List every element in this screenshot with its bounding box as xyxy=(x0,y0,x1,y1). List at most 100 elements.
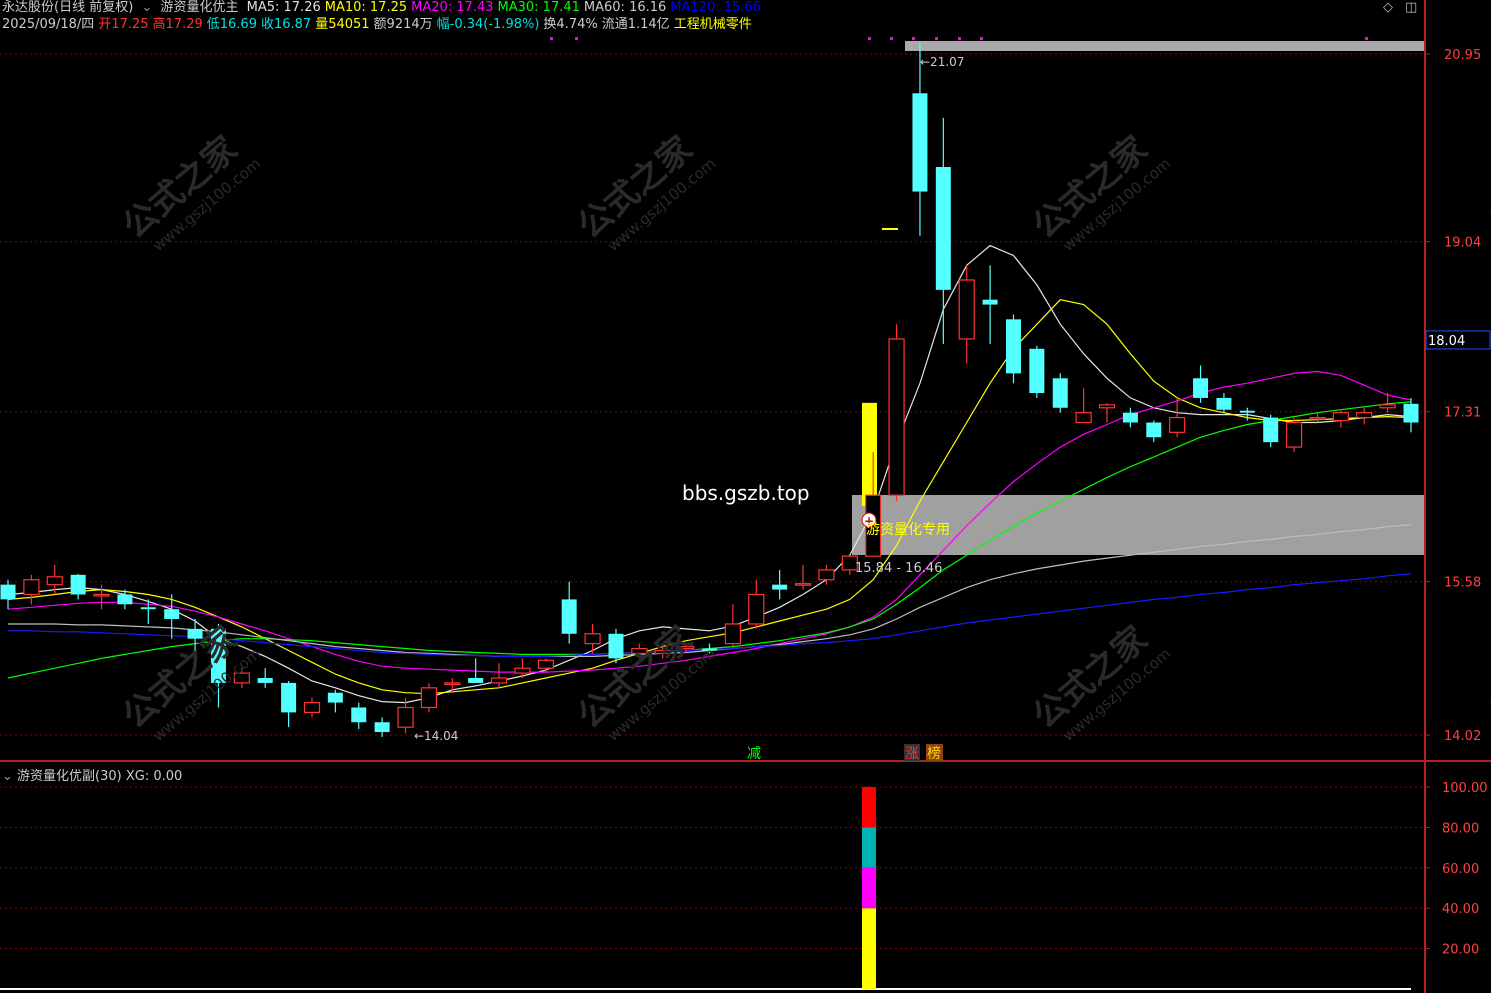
sub-panel-header: ⌄ 游资量化优副(30) XG: 0.00 xyxy=(2,765,182,784)
signal-jian: 减 xyxy=(747,746,761,762)
candle-body xyxy=(397,706,414,728)
site-label: bbs.gszb.top xyxy=(682,481,810,505)
top-zone-bar xyxy=(905,41,1424,51)
window-icon[interactable]: ◫ xyxy=(1405,0,1417,15)
quote-field-5: 量54051 xyxy=(315,17,370,32)
candle-body xyxy=(1029,348,1045,394)
candle-body xyxy=(1379,404,1396,409)
signal-bang: 榜 xyxy=(927,745,941,762)
marker-dot xyxy=(958,37,961,40)
quote-field-2: 高17.29 xyxy=(152,17,203,32)
quote-field-0: 2025/09/18/四 xyxy=(2,17,95,32)
candle-body xyxy=(117,594,133,605)
signal-zhang: 涨 xyxy=(905,746,919,762)
quote-field-7: 幅-0.34(-1.98%) xyxy=(436,17,540,32)
candle-body xyxy=(748,593,765,625)
marker-dot xyxy=(550,37,553,40)
y-tick-label: 17.31 xyxy=(1444,406,1481,421)
candle-body xyxy=(1005,319,1021,374)
candle-body xyxy=(374,722,390,733)
sub-y-tick-label: 80.00 xyxy=(1442,821,1479,836)
candle-body xyxy=(351,707,367,723)
candle-body xyxy=(93,593,110,597)
marker-dot xyxy=(890,37,893,40)
candle-body xyxy=(70,574,86,595)
candle-body xyxy=(1285,421,1303,448)
stacked-bar-segment xyxy=(862,908,876,989)
candle-body xyxy=(1309,416,1326,420)
sub-y-tick-label: 100.00 xyxy=(1442,781,1488,796)
candle-body xyxy=(561,599,577,634)
quote-field-8: 换4.74% xyxy=(543,17,598,32)
candle-body xyxy=(420,687,437,709)
candle-body xyxy=(46,576,63,586)
header-row-1: 永达股份(日线 前复权) ⌄ 游资量化优主 MA5: 17.26 MA10: 17… xyxy=(2,0,769,16)
candle-body xyxy=(982,299,998,305)
zone-label: 游资量化专用 xyxy=(866,522,950,538)
y-tick-label: 20.95 xyxy=(1444,48,1481,63)
candle-body xyxy=(1122,412,1138,423)
candle-body xyxy=(327,692,343,703)
candle-body xyxy=(1216,397,1232,410)
candle-body xyxy=(444,682,461,686)
candle-body xyxy=(1263,417,1279,443)
ma-label-0: MA5: 17.26 xyxy=(246,0,321,15)
candle-body xyxy=(1169,416,1186,433)
candle-body xyxy=(912,93,928,192)
y-tick-label: 15.58 xyxy=(1444,576,1481,591)
ma-label-5: MA120: 15.66 xyxy=(670,0,761,15)
candle-body xyxy=(794,583,812,586)
candle-body xyxy=(772,584,788,590)
marker-dot xyxy=(1365,37,1368,40)
ma-label-3: MA30: 17.41 xyxy=(497,0,580,15)
marker-dot xyxy=(868,37,871,40)
candle-body xyxy=(1356,412,1373,419)
candle-body xyxy=(1193,378,1209,398)
current-price-label: 18.04 xyxy=(1428,334,1465,349)
candle-body xyxy=(303,701,321,713)
quote-field-1: 开17.25 xyxy=(98,17,149,32)
chevron-down-icon[interactable]: ⌄ xyxy=(2,769,13,784)
candle-body xyxy=(724,623,741,645)
candle-body xyxy=(468,678,484,683)
candle-body xyxy=(537,659,554,669)
candle-body xyxy=(1098,404,1116,409)
stacked-bar-segment xyxy=(862,867,876,909)
candle-body xyxy=(164,609,180,620)
marker-dot xyxy=(912,37,915,40)
marker-dot xyxy=(935,37,938,40)
quote-field-6: 额9214万 xyxy=(373,17,433,32)
sub-y-tick-label: 60.00 xyxy=(1442,862,1479,877)
indicator-name[interactable]: 游资量化优主 xyxy=(160,0,238,15)
ma-labels: MA5: 17.26 MA10: 17.25 MA20: 17.43 MA30: 17… xyxy=(247,0,765,15)
ma-label-1: MA10: 17.25 xyxy=(324,0,408,15)
candle-body xyxy=(1403,403,1419,423)
candle-body xyxy=(23,579,40,596)
marker-dot xyxy=(980,37,983,40)
candle-body xyxy=(1052,378,1068,408)
quote-field-9: 流通1.14亿 xyxy=(601,17,670,32)
quote-row: 2025/09/18/四 开17.25 高17.29 低16.69 收16.87 量540… xyxy=(2,17,756,33)
candle-body xyxy=(514,667,531,674)
diamond-icon[interactable]: ◇ xyxy=(1383,0,1393,15)
signal-bar xyxy=(862,402,877,507)
ma-label-4: MA60: 16.16 xyxy=(583,0,667,15)
stock-name[interactable]: 永达股份(日线 前复权) xyxy=(2,0,133,15)
candle-body xyxy=(1075,412,1092,424)
xg-value: XG: 0.00 xyxy=(125,769,183,784)
range-label: 15.84 - 16.46 xyxy=(855,561,942,576)
candle-body xyxy=(1146,422,1162,438)
sub-panel-title[interactable]: 游资量化优副(30) xyxy=(17,769,122,784)
candle-body xyxy=(888,338,905,496)
candle-body xyxy=(490,677,508,684)
candle-body xyxy=(140,607,156,610)
low-price-label: ←14.04 xyxy=(414,729,458,743)
quote-field-10: 工程机械零件 xyxy=(673,17,752,32)
quote-field-4: 收16.87 xyxy=(260,17,312,32)
marker-dot xyxy=(575,37,578,40)
candle-body xyxy=(818,569,835,581)
high-price-label: ←21.07 xyxy=(920,55,964,69)
y-tick-label: 19.04 xyxy=(1444,236,1481,251)
chevron-down-icon[interactable]: ⌄ xyxy=(141,0,152,15)
candle-body xyxy=(1239,410,1255,413)
